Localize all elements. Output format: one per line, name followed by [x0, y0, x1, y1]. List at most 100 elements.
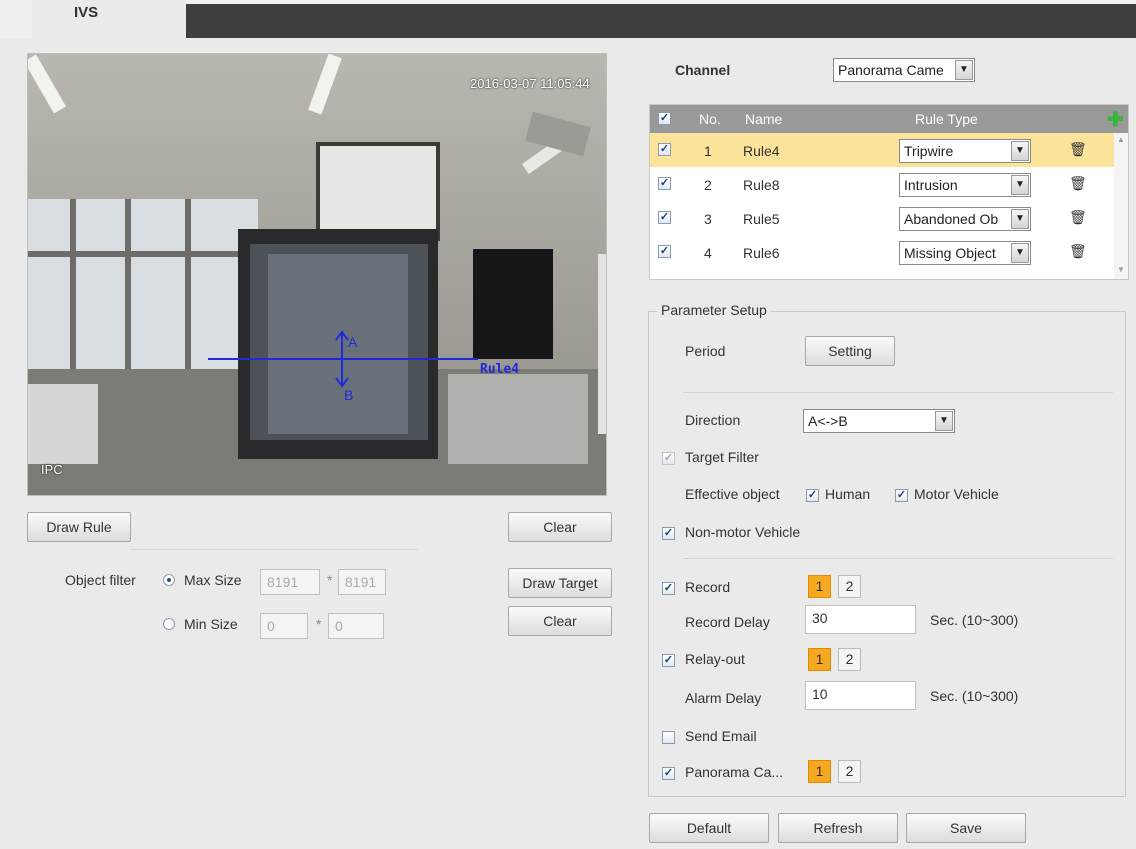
rule-table-scrollbar[interactable]: ▲ ▼ — [1114, 133, 1128, 279]
record-checkbox[interactable]: ✓ — [662, 582, 675, 595]
rule-overlay-name: Rule4 — [480, 362, 520, 377]
send-email-checkbox[interactable] — [662, 731, 675, 744]
motor-vehicle-label: Motor Vehicle — [914, 486, 999, 502]
parameter-setup-panel — [648, 311, 1126, 797]
table-row[interactable]: ✓ 4 Rule6 Missing Object ▼ 🗑 — [650, 235, 1114, 269]
relay-out-checkbox[interactable]: ✓ — [662, 654, 675, 667]
panorama-camera-label: Panorama Ca... — [685, 764, 784, 780]
period-setting-button[interactable]: Setting — [805, 336, 895, 366]
record-channel-1[interactable]: 1 — [808, 575, 831, 598]
row-checkbox[interactable]: ✓ — [658, 143, 671, 156]
save-button[interactable]: Save — [906, 813, 1026, 843]
tab-ivs[interactable]: IVS — [32, 0, 186, 38]
row-no: 2 — [704, 177, 712, 193]
table-row[interactable]: ✓ 3 Rule5 Abandoned Ob ▼ 🗑 — [650, 201, 1114, 235]
record-label: Record — [685, 579, 731, 595]
panorama-channel-2[interactable]: 2 — [838, 760, 861, 783]
add-rule-icon[interactable]: ✚ — [1107, 107, 1124, 132]
video-timestamp: 2016-03-07 11:05:44 — [470, 76, 590, 91]
relay-channel-2[interactable]: 2 — [838, 648, 861, 671]
chevron-down-icon: ▼ — [1011, 141, 1029, 161]
refresh-button[interactable]: Refresh — [778, 813, 898, 843]
max-width-field[interactable]: 8191 — [260, 569, 320, 595]
table-row[interactable]: ✓ 1 Rule4 Tripwire ▼ 🗑 — [650, 133, 1114, 167]
non-motor-vehicle-checkbox[interactable]: ✓ — [662, 527, 675, 540]
chevron-down-icon: ▼ — [1011, 175, 1029, 195]
chevron-down-icon: ▼ — [935, 411, 953, 431]
channel-select[interactable]: Panorama Came ▼ — [833, 58, 975, 82]
motor-vehicle-checkbox[interactable]: ✓ — [895, 489, 908, 502]
rule-overlay — [208, 330, 478, 388]
min-size-label: Min Size — [184, 616, 238, 632]
header-name: Name — [745, 111, 783, 127]
scroll-down-icon[interactable]: ▼ — [1117, 265, 1125, 274]
clear-target-button[interactable]: Clear — [508, 606, 612, 636]
chevron-down-icon: ▼ — [1011, 209, 1029, 229]
rule-type-select[interactable]: Abandoned Ob ▼ — [899, 207, 1031, 231]
max-size-label: Max Size — [184, 572, 242, 588]
row-no: 4 — [704, 245, 712, 261]
direction-value: A<->B — [808, 413, 848, 429]
row-checkbox[interactable]: ✓ — [658, 245, 671, 258]
row-checkbox[interactable]: ✓ — [658, 177, 671, 190]
trash-icon[interactable]: 🗑 — [1069, 243, 1087, 260]
select-all-checkbox[interactable]: ✓ — [658, 112, 671, 125]
effective-object-label: Effective object — [685, 486, 780, 502]
record-delay-field[interactable]: 30 — [805, 605, 916, 634]
tab-ivs-label: IVS — [74, 4, 99, 21]
min-times-sign: * — [316, 616, 322, 632]
divider — [683, 558, 1113, 559]
min-width-field[interactable]: 0 — [260, 613, 308, 639]
record-channel-2[interactable]: 2 — [838, 575, 861, 598]
target-filter-checkbox[interactable]: ✓ — [662, 452, 675, 465]
rule-type-value: Abandoned Ob — [904, 211, 999, 227]
draw-rule-button[interactable]: Draw Rule — [27, 512, 131, 542]
rule-table: ✓ No. Name Rule Type ✚ ✓ 1 Rule4 Tripwir… — [649, 104, 1129, 280]
send-email-label: Send Email — [685, 728, 757, 744]
rule-type-select[interactable]: Missing Object ▼ — [899, 241, 1031, 265]
draw-target-button[interactable]: Draw Target — [508, 568, 612, 598]
parameter-setup-legend: Parameter Setup — [657, 302, 771, 318]
divider — [130, 549, 418, 550]
rule-type-select[interactable]: Intrusion ▼ — [899, 173, 1031, 197]
video-channel-label: IPC — [41, 462, 63, 477]
target-filter-label: Target Filter — [685, 449, 759, 465]
video-preview[interactable]: 2016-03-07 11:05:44 IPC A B Rule4 — [27, 53, 607, 496]
alarm-delay-field[interactable]: 10 — [805, 681, 916, 710]
max-height-field[interactable]: 8191 — [338, 569, 386, 595]
chevron-down-icon: ▼ — [1011, 243, 1029, 263]
record-delay-label: Record Delay — [685, 614, 770, 630]
min-height-field[interactable]: 0 — [328, 613, 384, 639]
scroll-up-icon[interactable]: ▲ — [1117, 135, 1125, 144]
trash-icon[interactable]: 🗑 — [1069, 141, 1087, 158]
relay-channel-1[interactable]: 1 — [808, 648, 831, 671]
row-no: 3 — [704, 211, 712, 227]
rule-type-value: Missing Object — [904, 245, 996, 261]
relay-out-label: Relay-out — [685, 651, 745, 667]
rule-type-value: Tripwire — [904, 143, 954, 159]
row-name: Rule8 — [743, 177, 780, 193]
chevron-down-icon: ▼ — [955, 60, 973, 80]
min-size-radio[interactable] — [163, 618, 175, 630]
default-button[interactable]: Default — [649, 813, 769, 843]
header-no: No. — [699, 111, 721, 127]
row-name: Rule6 — [743, 245, 780, 261]
clear-rule-button[interactable]: Clear — [508, 512, 612, 542]
trash-icon[interactable]: 🗑 — [1069, 209, 1087, 226]
top-bar-fill — [186, 4, 1136, 38]
rule-type-select[interactable]: Tripwire ▼ — [899, 139, 1031, 163]
channel-label: Channel — [675, 62, 731, 78]
table-row[interactable]: ✓ 2 Rule8 Intrusion ▼ 🗑 — [650, 167, 1114, 201]
max-size-radio[interactable] — [163, 574, 175, 586]
row-checkbox[interactable]: ✓ — [658, 211, 671, 224]
human-checkbox[interactable]: ✓ — [806, 489, 819, 502]
direction-select[interactable]: A<->B ▼ — [803, 409, 955, 433]
row-name: Rule4 — [743, 143, 780, 159]
period-label: Period — [685, 343, 726, 359]
direction-b-label: B — [344, 387, 354, 403]
panorama-camera-checkbox[interactable]: ✓ — [662, 767, 675, 780]
trash-icon[interactable]: 🗑 — [1069, 175, 1087, 192]
panorama-channel-1[interactable]: 1 — [808, 760, 831, 783]
direction-label: Direction — [685, 412, 741, 428]
row-no: 1 — [704, 143, 712, 159]
